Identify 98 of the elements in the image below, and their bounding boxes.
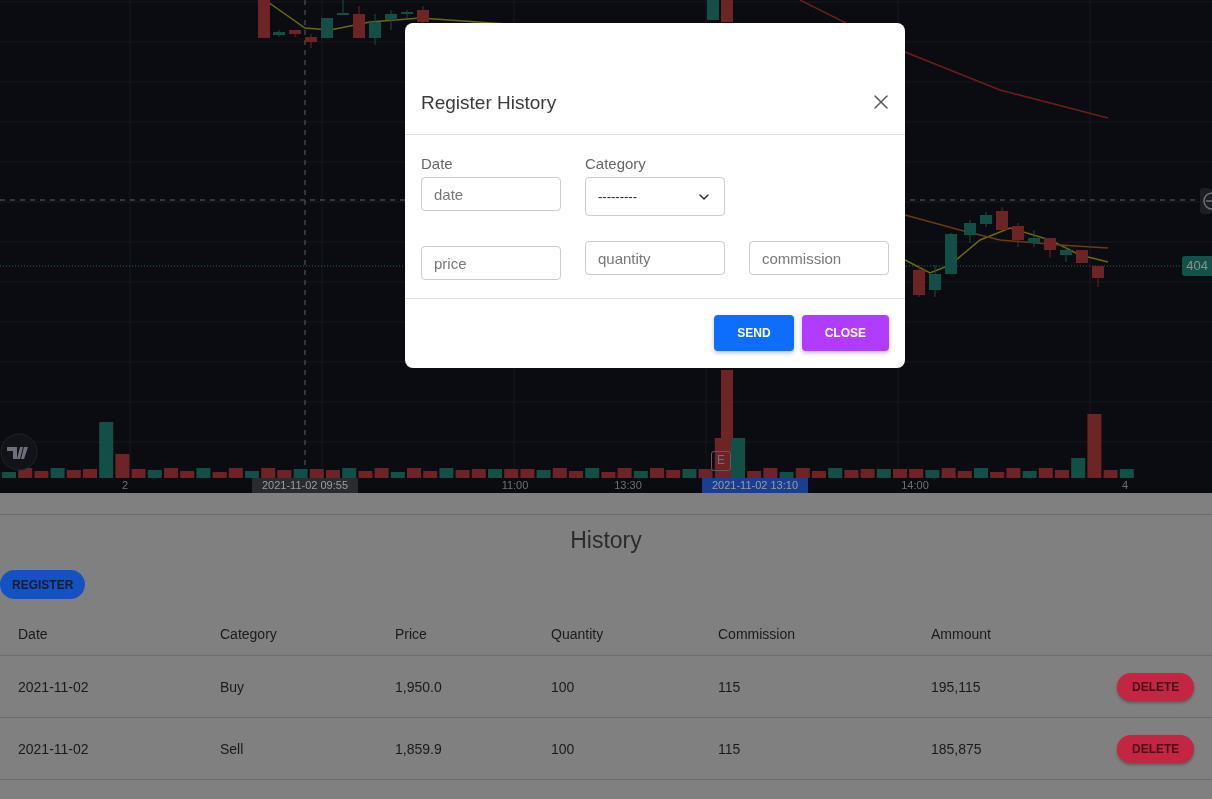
section-title: History — [569, 527, 643, 554]
table-cell: 1,859.9 — [395, 718, 551, 780]
send-button[interactable]: SEND — [714, 315, 794, 351]
candle — [707, 0, 719, 21]
volume-bar — [1055, 470, 1069, 478]
field-label: Category — [585, 155, 647, 174]
volume-bar — [164, 468, 178, 478]
candle — [945, 232, 957, 275]
volume-bar — [650, 468, 664, 478]
volume-bar — [342, 468, 357, 478]
table-cell: Buy — [220, 656, 395, 718]
category-select[interactable]: --------- — [585, 177, 725, 216]
event-marker[interactable]: E — [711, 451, 731, 471]
volume-bar — [828, 468, 843, 478]
table-cell: 185,875 — [931, 718, 1114, 780]
table-cell: 2021-11-02 — [18, 718, 220, 780]
dialog-title: Register History — [421, 92, 557, 114]
candle — [321, 17, 333, 39]
volume-bar — [407, 468, 421, 478]
close-button[interactable]: CLOSE — [801, 315, 889, 351]
volume-bar — [504, 469, 519, 478]
table-cell: 1,950.0 — [395, 656, 551, 718]
table-cell: 195,115 — [931, 656, 1114, 718]
time-label: 2 — [121, 478, 129, 493]
date-field[interactable]: date — [421, 177, 561, 211]
candle — [1012, 222, 1024, 248]
volume-bar — [893, 469, 907, 478]
volume-bar — [682, 469, 697, 478]
volume-bar — [488, 469, 502, 478]
input-field[interactable]: commission — [749, 241, 889, 275]
volume-bar — [941, 468, 956, 478]
volume-bar — [974, 468, 988, 478]
volume-bar — [261, 468, 276, 478]
candle — [1076, 249, 1088, 264]
volume-bar — [812, 471, 826, 478]
candle — [353, 5, 365, 39]
price-label: 404 — [1182, 256, 1212, 276]
candle — [1044, 237, 1056, 259]
candle — [289, 29, 301, 38]
candle — [929, 264, 941, 298]
volume-bar — [909, 469, 924, 478]
column-header: Category — [220, 613, 395, 656]
time-label: 14:00 — [901, 478, 929, 493]
time-label: 2021-11-02 09:55 — [252, 478, 358, 493]
candle — [369, 13, 381, 46]
candle — [1092, 265, 1104, 288]
candle — [258, 0, 270, 39]
volume-bar — [731, 438, 745, 478]
time-label: 4 — [1121, 478, 1129, 493]
candle — [401, 9, 413, 19]
volume-bar — [326, 470, 340, 478]
field-label: Date — [421, 155, 454, 174]
candle — [913, 264, 925, 298]
volume-bar — [1038, 468, 1053, 478]
column-header: Date — [18, 613, 220, 656]
volume-bar — [50, 468, 65, 478]
volume-bar — [876, 469, 891, 478]
delete-button[interactable]: DELETE — [1117, 672, 1195, 701]
input-field[interactable]: quantity — [585, 241, 725, 275]
column-header: Ammount — [931, 613, 1114, 656]
volume-bar — [83, 469, 97, 478]
candle — [273, 29, 285, 38]
time-label: 2021-11-02 13:10 — [702, 478, 808, 493]
time-label: 11:00 — [501, 478, 529, 493]
candle — [964, 219, 976, 244]
volume-bar — [245, 471, 259, 478]
table-cell: 115 — [718, 718, 931, 780]
volume-bar — [552, 468, 567, 478]
column-header: Price — [395, 613, 551, 656]
volume-bar — [520, 469, 535, 478]
input-field[interactable]: price — [421, 246, 561, 280]
table-cell: 100 — [551, 656, 718, 718]
volume-bar — [569, 471, 583, 478]
candle — [996, 206, 1008, 231]
volume-bar — [1119, 469, 1134, 478]
candle — [385, 9, 397, 31]
volume-bar — [293, 469, 308, 478]
time-label: 13:30 — [614, 478, 642, 493]
candle — [980, 211, 992, 228]
candle — [721, 0, 733, 23]
delete-button[interactable]: DELETE — [1117, 734, 1195, 763]
table-cell: 115 — [718, 656, 931, 718]
zoom-out-icon[interactable] — [1200, 188, 1212, 214]
volume-bar — [439, 468, 454, 478]
candle — [305, 33, 317, 49]
volume-bar — [2, 472, 16, 478]
table-cell: Sell — [220, 718, 395, 780]
candle — [1060, 245, 1072, 263]
register-button[interactable]: REGISTER — [0, 570, 86, 599]
column-header: Quantity — [551, 613, 718, 656]
volume-bar — [471, 469, 486, 478]
table-cell: 2021-11-02 — [18, 656, 220, 718]
candle — [1028, 229, 1040, 248]
volume-bar — [860, 469, 875, 478]
candle — [337, 0, 349, 15]
table-cell: 100 — [551, 718, 718, 780]
volume-bar — [309, 469, 324, 478]
column-header: Commission — [718, 613, 931, 656]
